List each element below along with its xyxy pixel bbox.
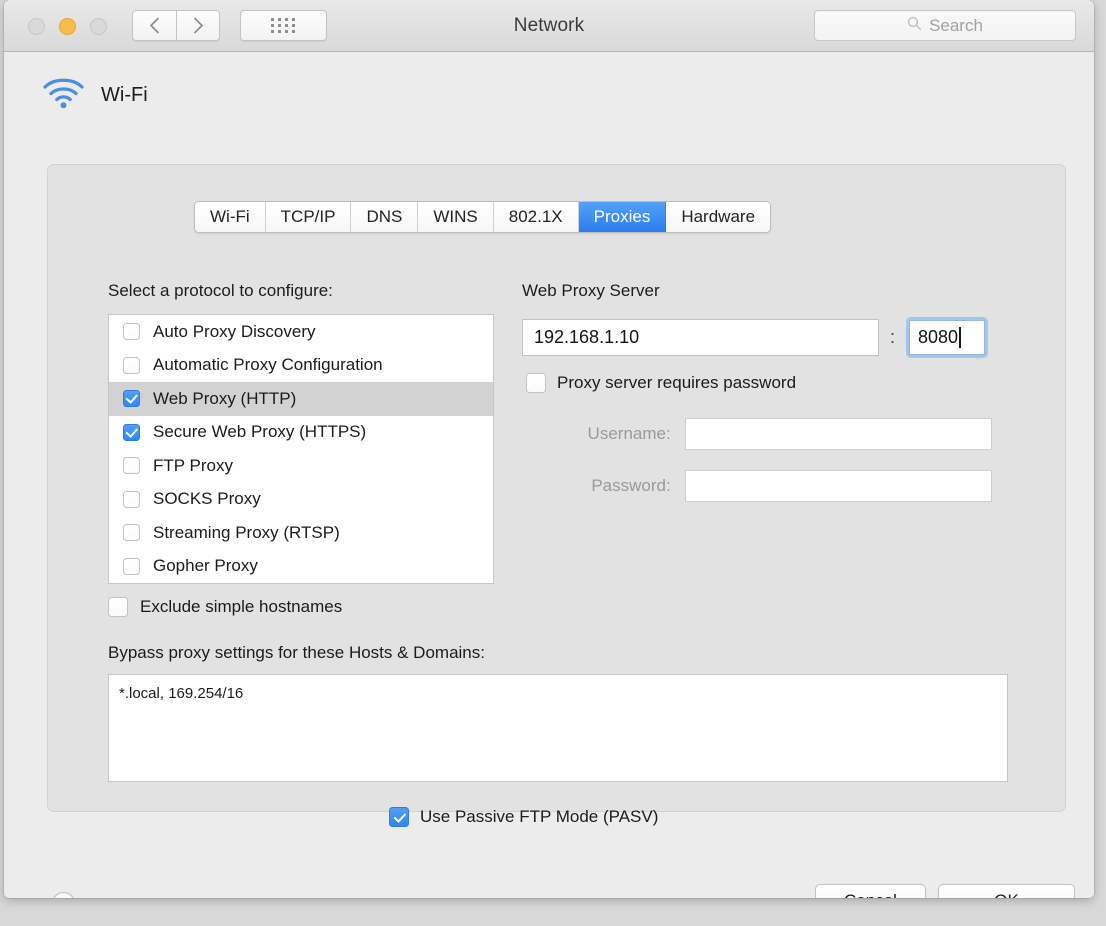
exclude-simple-hostnames-label: Exclude simple hostnames <box>140 597 342 617</box>
checkbox-use-passive-ftp-mode[interactable] <box>389 807 409 827</box>
service-header: Wi-Fi <box>42 76 148 114</box>
proxy-port-value: 8080 <box>918 327 958 348</box>
tab-dns[interactable]: DNS <box>351 202 418 232</box>
checkbox-socks-proxy[interactable] <box>123 491 140 508</box>
password-label: Password: <box>522 476 671 496</box>
checkbox-secure-web-proxy-https[interactable] <box>123 424 140 441</box>
checkbox-gopher-proxy[interactable] <box>123 558 140 575</box>
search-placeholder: Search <box>929 16 983 36</box>
proxy-host-input[interactable]: 192.168.1.10 <box>522 319 879 356</box>
list-item[interactable]: Streaming Proxy (RTSP) <box>109 516 493 550</box>
proxy-requires-password-label: Proxy server requires password <box>557 373 796 393</box>
cancel-button[interactable]: Cancel <box>815 884 926 898</box>
list-item-label: Secure Web Proxy (HTTPS) <box>153 422 366 442</box>
username-row: Username: <box>522 418 992 450</box>
checkbox-streaming-proxy-rtsp[interactable] <box>123 524 140 541</box>
list-item[interactable]: SOCKS Proxy <box>109 483 493 517</box>
tab-8021x[interactable]: 802.1X <box>494 202 579 232</box>
help-button[interactable]: ? <box>52 892 75 898</box>
tab-wifi[interactable]: Wi-Fi <box>195 202 266 232</box>
list-item-label: Auto Proxy Discovery <box>153 322 316 342</box>
list-item[interactable]: Automatic Proxy Configuration <box>109 349 493 383</box>
tab-bar: Wi-Fi TCP/IP DNS WINS 802.1X Proxies Har… <box>194 201 771 233</box>
proxy-port-focus-ring: 8080 <box>906 317 988 358</box>
list-item[interactable]: Auto Proxy Discovery <box>109 315 493 349</box>
username-field[interactable] <box>685 418 992 450</box>
list-item[interactable]: Gopher Proxy <box>109 550 493 584</box>
checkbox-web-proxy-http[interactable] <box>123 390 140 407</box>
protocol-list-label: Select a protocol to configure: <box>108 281 333 301</box>
network-preferences-window: Network Search Wi-Fi Wi-Fi T <box>4 0 1094 898</box>
list-item[interactable]: Secure Web Proxy (HTTPS) <box>109 416 493 450</box>
passive-ftp-label: Use Passive FTP Mode (PASV) <box>420 807 658 827</box>
window-titlebar: Network Search <box>4 0 1094 52</box>
list-item[interactable]: Web Proxy (HTTP) <box>109 382 493 416</box>
checkbox-automatic-proxy-configuration[interactable] <box>123 357 140 374</box>
wifi-icon <box>42 76 85 114</box>
passive-ftp-row[interactable]: Use Passive FTP Mode (PASV) <box>389 807 658 827</box>
service-name: Wi-Fi <box>101 84 148 107</box>
bypass-label: Bypass proxy settings for these Hosts & … <box>108 643 485 663</box>
tab-proxies[interactable]: Proxies <box>579 202 667 232</box>
web-proxy-server-heading: Web Proxy Server <box>522 281 660 301</box>
text-caret <box>959 327 961 348</box>
proxy-port-input[interactable]: 8080 <box>909 320 985 355</box>
tab-tcpip[interactable]: TCP/IP <box>266 202 352 232</box>
list-item-label: Gopher Proxy <box>153 556 258 576</box>
window-body: Wi-Fi Wi-Fi TCP/IP DNS WINS 802.1X Proxi… <box>4 52 1094 898</box>
list-item-label: Web Proxy (HTTP) <box>153 389 296 409</box>
bypass-textarea[interactable]: *.local, 169.254/16 <box>108 674 1008 782</box>
list-item-label: SOCKS Proxy <box>153 489 261 509</box>
protocol-list[interactable]: Auto Proxy Discovery Automatic Proxy Con… <box>108 314 494 584</box>
web-proxy-server-row: 192.168.1.10 : 8080 <box>522 317 988 358</box>
checkbox-exclude-simple-hostnames[interactable] <box>108 597 128 617</box>
list-item-label: Automatic Proxy Configuration <box>153 355 383 375</box>
list-item-label: Streaming Proxy (RTSP) <box>153 523 340 543</box>
list-item-label: FTP Proxy <box>153 456 233 476</box>
host-port-separator: : <box>890 327 895 348</box>
checkbox-proxy-requires-password[interactable] <box>526 373 546 393</box>
password-field[interactable] <box>685 470 992 502</box>
username-label: Username: <box>522 424 671 444</box>
tab-hardware[interactable]: Hardware <box>666 202 770 232</box>
password-row: Password: <box>522 470 992 502</box>
search-input[interactable]: Search <box>814 10 1076 41</box>
ok-button[interactable]: OK <box>938 884 1075 898</box>
proxy-requires-password-row[interactable]: Proxy server requires password <box>526 373 796 393</box>
checkbox-auto-proxy-discovery[interactable] <box>123 323 140 340</box>
checkbox-ftp-proxy[interactable] <box>123 457 140 474</box>
list-item[interactable]: FTP Proxy <box>109 449 493 483</box>
tab-wins[interactable]: WINS <box>418 202 493 232</box>
exclude-simple-hostnames-row[interactable]: Exclude simple hostnames <box>108 597 342 617</box>
search-icon <box>907 16 922 36</box>
